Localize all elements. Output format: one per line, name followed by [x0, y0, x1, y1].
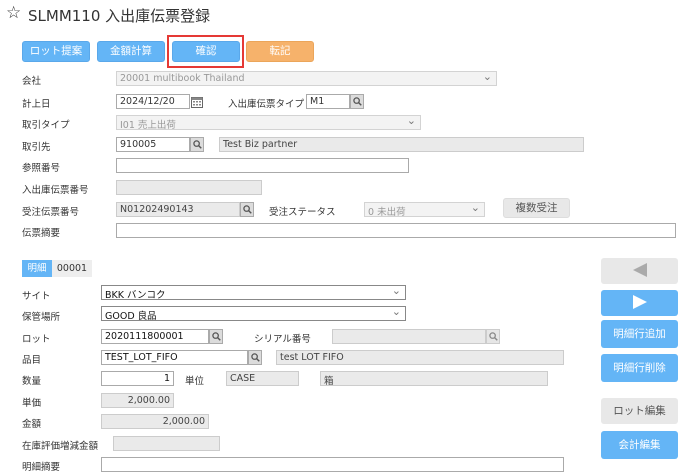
- reference-label: 参照番号: [22, 163, 61, 174]
- page-title: SLMM110 入出庫伝票登録: [28, 7, 211, 25]
- item-code-input[interactable]: TEST_LOT_FIFO: [101, 350, 248, 365]
- posting-date-label: 計上日: [22, 99, 51, 110]
- item-label: 品目: [22, 355, 42, 366]
- partner-label: 取引先: [22, 142, 51, 153]
- search-icon[interactable]: [240, 202, 254, 217]
- valuation-field: [113, 436, 220, 451]
- trade-type-label: 取引タイプ: [22, 120, 70, 131]
- search-icon[interactable]: [209, 329, 223, 344]
- account-edit-button[interactable]: 会計編集: [601, 431, 678, 459]
- lot-input[interactable]: 2020111800001: [101, 329, 209, 344]
- unit-name-field: 箱: [320, 371, 548, 386]
- amount-field: 2,000.00: [101, 414, 209, 429]
- search-icon[interactable]: [190, 137, 204, 152]
- order-status-label: 受注ステータス: [269, 207, 336, 218]
- partner-name-field: Test Biz partner: [219, 137, 584, 152]
- memo-label: 伝票摘要: [22, 228, 61, 239]
- company-label: 会社: [22, 76, 42, 87]
- location-label: 保管場所: [22, 312, 61, 323]
- lot-edit-button[interactable]: ロット編集: [601, 398, 678, 424]
- confirm-button[interactable]: 確認: [172, 41, 240, 62]
- order-no-label: 受注伝票番号: [22, 207, 80, 218]
- multi-order-button[interactable]: 複数受注: [503, 198, 570, 218]
- quantity-label: 数量: [22, 376, 42, 387]
- tab-detail-number[interactable]: 00001: [52, 260, 92, 277]
- triangle-left-icon: [632, 262, 648, 280]
- order-no-field: N01202490143: [116, 202, 240, 217]
- line-memo-input[interactable]: [101, 457, 564, 472]
- title-bar: ☆ SLMM110 入出庫伝票登録: [0, 0, 688, 30]
- slip-type-input[interactable]: M1: [306, 94, 350, 109]
- tab-detail[interactable]: 明細: [22, 260, 52, 277]
- triangle-right-icon: [632, 294, 648, 312]
- add-row-button[interactable]: 明細行追加: [601, 320, 678, 348]
- slip-type-label: 入出庫伝票タイプ: [228, 99, 305, 110]
- serial-field: [332, 329, 486, 344]
- trade-type-select[interactable]: I01 売上出荷: [116, 115, 421, 130]
- order-status-select[interactable]: 0 未出荷: [364, 202, 485, 217]
- serial-label: シリアル番号: [254, 334, 311, 345]
- lot-label: ロット: [22, 334, 51, 345]
- unit-code-field: CASE: [226, 371, 299, 386]
- location-select[interactable]: GOOD 良品: [101, 306, 406, 321]
- site-label: サイト: [22, 291, 51, 302]
- memo-input[interactable]: [116, 223, 676, 238]
- quantity-input[interactable]: 1: [101, 371, 174, 386]
- search-icon[interactable]: [248, 350, 262, 365]
- reference-input[interactable]: [116, 158, 409, 173]
- amount-label: 金額: [22, 419, 42, 430]
- lot-proposal-button[interactable]: ロット提案: [22, 41, 90, 62]
- unit-price-label: 単価: [22, 398, 42, 409]
- post-button[interactable]: 転記: [246, 41, 314, 62]
- amount-calc-button[interactable]: 金額計算: [97, 41, 165, 62]
- posting-date-input[interactable]: 2024/12/20: [116, 94, 190, 109]
- star-icon[interactable]: ☆: [6, 3, 21, 23]
- unit-price-field: 2,000.00: [101, 393, 174, 408]
- search-icon[interactable]: [350, 94, 364, 109]
- site-select[interactable]: BKK バンコク: [101, 285, 406, 300]
- next-row-button[interactable]: [601, 290, 678, 316]
- item-name-field: test LOT FIFO: [276, 350, 564, 365]
- search-icon[interactable]: [486, 329, 500, 344]
- delete-row-button[interactable]: 明細行削除: [601, 354, 678, 382]
- valuation-label: 在庫評価増減金額: [22, 441, 99, 452]
- line-memo-label: 明細摘要: [22, 462, 61, 473]
- calendar-icon[interactable]: [190, 94, 204, 109]
- company-select[interactable]: 20001 multibook Thailand: [116, 71, 497, 86]
- prev-row-button[interactable]: [601, 258, 678, 284]
- unit-label: 単位: [185, 376, 205, 387]
- slip-no-label: 入出庫伝票番号: [22, 185, 89, 196]
- slip-no-field: [116, 180, 262, 195]
- partner-code-input[interactable]: 910005: [116, 137, 190, 152]
